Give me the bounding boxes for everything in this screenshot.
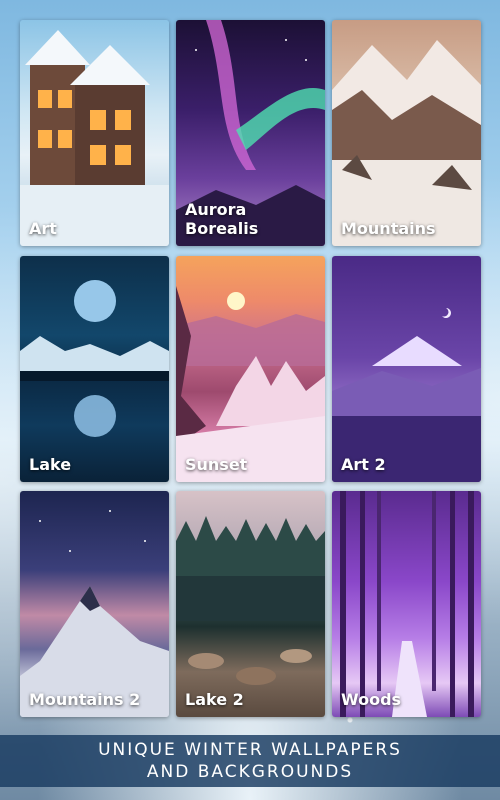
lake-thumbnail [20, 256, 169, 482]
category-tile-sunset[interactable]: Sunset [176, 256, 325, 482]
category-tile-art-2[interactable]: Art 2 [332, 256, 481, 482]
tile-label: Lake 2 [185, 690, 244, 709]
mountains-2-thumbnail [20, 491, 169, 717]
tile-label: Mountains [341, 219, 436, 238]
tile-label: Art 2 [341, 455, 386, 474]
mountains-thumbnail [332, 20, 481, 246]
tile-label: Art [29, 219, 57, 238]
art-2-thumbnail [332, 256, 481, 482]
category-tile-aurora-borealis[interactable]: Aurora Borealis [176, 20, 325, 246]
tile-label: Lake [29, 455, 72, 474]
woods-thumbnail [332, 491, 481, 717]
sunset-thumbnail [176, 256, 325, 482]
wallpaper-category-grid: Art Aurora Borealis Mountains Lake Sunse… [20, 20, 481, 718]
tile-label: Sunset [185, 455, 248, 474]
category-tile-lake-2[interactable]: Lake 2 [176, 491, 325, 717]
category-tile-lake[interactable]: Lake [20, 256, 169, 482]
category-tile-mountains-2[interactable]: Mountains 2 [20, 491, 169, 717]
category-tile-mountains[interactable]: Mountains [332, 20, 481, 246]
tile-label: Aurora Borealis [185, 200, 259, 238]
tile-label: Woods [341, 690, 402, 709]
category-tile-woods[interactable]: Woods [332, 491, 481, 717]
tile-label: Mountains 2 [29, 690, 141, 709]
art-thumbnail [20, 20, 169, 246]
banner-line-2: AND BACKGROUNDS [146, 762, 354, 782]
category-tile-art[interactable]: Art [20, 20, 169, 246]
lake-2-thumbnail [176, 491, 325, 717]
promo-banner: UNIQUE WINTER WALLPAPERS AND BACKGROUNDS [0, 735, 500, 787]
banner-line-1: UNIQUE WINTER WALLPAPERS [98, 740, 402, 760]
